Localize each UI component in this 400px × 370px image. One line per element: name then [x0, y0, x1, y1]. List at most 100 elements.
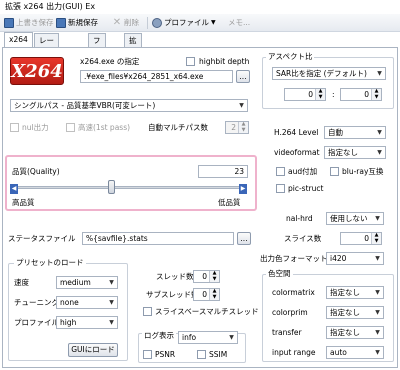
nalhrd-select[interactable]: 使用しない ▼: [326, 212, 384, 225]
transfer-value: 指定なし: [330, 328, 360, 337]
spinner-arrows-icon: ▲ ▼: [238, 122, 248, 133]
chevron-down-icon: ▼: [109, 299, 114, 306]
output-csp-value: i420: [330, 254, 347, 263]
tab-extension[interactable]: 拡張: [124, 33, 142, 58]
thread-spinner[interactable]: 0 ▲ ▼: [193, 270, 220, 283]
aspect-mode-value: SAR比を指定 (デフォルト): [276, 69, 367, 78]
slice-mt-checkbox[interactable]: [143, 307, 152, 316]
memo-label: メモ...: [228, 18, 251, 27]
colorprim-value: 指定なし: [330, 308, 360, 317]
psnr-label: PSNR: [155, 350, 176, 359]
aud-checkbox[interactable]: [276, 167, 285, 176]
chevron-down-icon: ▼: [109, 279, 114, 286]
chevron-down-icon: ▼: [375, 215, 380, 222]
highbit-checkbox[interactable]: [186, 57, 195, 66]
delete-button[interactable]: ✕ 削除: [112, 16, 139, 30]
slices-label: スライス数: [284, 234, 322, 243]
exe-path-input[interactable]: .¥exe_files¥x264_2851_x64.exe: [80, 70, 233, 83]
aspect-width-value: 0: [308, 90, 313, 99]
log-level-value: info: [182, 333, 197, 342]
psnr-checkbox[interactable]: [143, 350, 152, 359]
quality-increase-button[interactable]: ▶: [239, 184, 247, 194]
gear-icon: [152, 18, 162, 28]
low-quality-label: 低品質: [218, 198, 241, 207]
aspect-mode-select[interactable]: SAR比を指定 (デフォルト) ▼: [272, 67, 386, 80]
speed-label: 速度: [14, 278, 29, 287]
quality-decrease-button[interactable]: ◀: [10, 184, 18, 194]
x264-logo: X264: [10, 57, 64, 85]
input-range-value: auto: [330, 348, 347, 357]
chevron-down-icon: ▼: [375, 255, 380, 262]
multipass-label: 自動マルチパス数: [148, 123, 208, 132]
nul-output-label: nul出力: [22, 123, 49, 132]
picstruct-checkbox[interactable]: [276, 184, 285, 193]
quality-slider-track[interactable]: [10, 186, 246, 189]
window-title: 拡張 x264 出力(GUI) Ex: [0, 0, 400, 14]
log-group-title: ログ表示: [142, 331, 176, 341]
slices-spinner[interactable]: 0 ▲ ▼: [340, 232, 382, 245]
tuning-value: none: [60, 298, 79, 307]
multipass-spinner[interactable]: 2 ▲ ▼: [225, 121, 249, 134]
nul-output-checkbox[interactable]: [10, 123, 19, 132]
toolbar: 上書き保存 新規保存 ✕ 削除 プロファイル ▼ メモ...: [0, 14, 400, 32]
subthread-label: サブスレッド数: [146, 290, 199, 299]
aspect-height-spinner[interactable]: 0 ▲ ▼: [340, 88, 382, 101]
ssim-checkbox[interactable]: [197, 350, 206, 359]
colorprim-select[interactable]: 指定なし ▼: [326, 306, 384, 319]
tuning-select[interactable]: none ▼: [56, 296, 118, 309]
toolbar-separator: [147, 17, 148, 29]
aspect-height-value: 0: [364, 90, 369, 99]
subthread-value: 0: [202, 290, 207, 299]
input-range-select[interactable]: auto ▼: [326, 346, 384, 359]
profile-select-label: プロファイル: [14, 318, 59, 327]
tab-x264[interactable]: x264: [4, 32, 33, 47]
colormatrix-select[interactable]: 指定なし ▼: [326, 286, 384, 299]
aspect-width-spinner[interactable]: 0 ▲ ▼: [284, 88, 326, 101]
aspect-group: [262, 57, 394, 109]
profile-dropdown-button[interactable]: プロファイル ▼: [152, 16, 216, 30]
input-range-label: input range: [272, 348, 316, 357]
aspect-group-title: アスペクト比: [266, 52, 315, 62]
output-csp-label: 出力色フォーマット: [260, 254, 328, 263]
thread-label: スレッド数: [156, 272, 194, 281]
output-csp-select[interactable]: i420 ▼: [326, 252, 384, 265]
aud-label: aud付加: [288, 167, 318, 176]
nalhrd-label: nal-hrd: [286, 214, 313, 223]
spinner-arrows-icon: ▲ ▼: [371, 88, 381, 100]
profile-select[interactable]: high ▼: [56, 316, 118, 329]
videoformat-label: videoformat: [274, 148, 320, 157]
encode-mode-value: シングルパス - 品質基準VBR(可変レート): [14, 101, 156, 110]
tab-frame[interactable]: フレーム: [88, 33, 106, 84]
chevron-down-icon: ▼: [375, 309, 380, 316]
transfer-select[interactable]: 指定なし ▼: [326, 326, 384, 339]
overwrite-save-label: 上書き保存: [16, 18, 54, 27]
chevron-down-icon: ▼: [229, 334, 234, 341]
gui-load-button[interactable]: GUIにロード: [68, 343, 118, 357]
new-save-button[interactable]: 新規保存: [56, 16, 98, 30]
overwrite-save-button[interactable]: 上書き保存: [4, 16, 54, 30]
subthread-spinner[interactable]: 0 ▲ ▼: [193, 288, 220, 301]
chevron-down-icon: ▼: [239, 102, 244, 109]
level-select[interactable]: 自動 ▼: [324, 126, 386, 139]
quality-slider-thumb[interactable]: [108, 180, 116, 194]
spinner-arrows-icon: ▲ ▼: [371, 232, 381, 244]
quality-input[interactable]: 23: [198, 165, 248, 178]
fast-first-pass-checkbox[interactable]: [66, 123, 75, 132]
exe-label: x264.exe の指定: [80, 57, 140, 66]
speed-select[interactable]: medium ▼: [56, 276, 118, 289]
level-value: 自動: [328, 128, 343, 137]
memo-button[interactable]: メモ...: [228, 16, 250, 30]
tab-rate-qp[interactable]: レート・QP制御: [34, 33, 59, 84]
save-icon: [4, 18, 14, 28]
exe-browse-button[interactable]: ...: [236, 70, 250, 83]
encode-mode-select[interactable]: シングルパス - 品質基準VBR(可変レート) ▼: [10, 99, 248, 112]
speed-value: medium: [60, 278, 91, 287]
delete-icon: ✕: [112, 17, 122, 28]
bluray-checkbox[interactable]: [330, 167, 339, 176]
stats-file-input[interactable]: %{savfile}.stats: [82, 232, 234, 245]
chevron-down-icon: ▼: [375, 349, 380, 356]
videoformat-select[interactable]: 指定なし ▼: [324, 146, 386, 159]
log-level-select[interactable]: info ▼: [178, 331, 238, 344]
stats-browse-button[interactable]: ...: [237, 232, 251, 245]
highbit-label: highbit depth: [199, 57, 250, 66]
